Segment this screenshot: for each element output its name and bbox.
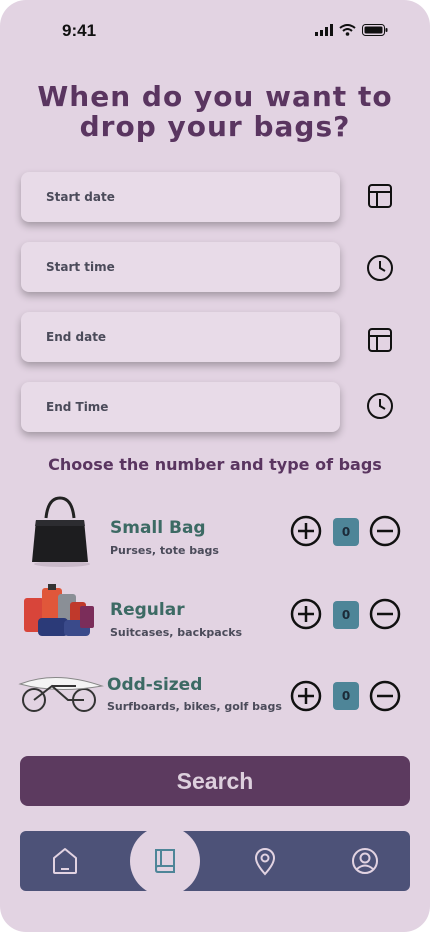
bag-desc-odd: Surfboards, bikes, golf bags <box>107 700 282 713</box>
bag-name-regular: Regular <box>110 600 185 620</box>
increment-odd-button[interactable] <box>290 680 322 712</box>
page-title-line2: drop your bags? <box>79 110 351 143</box>
bag-name-odd: Odd-sized <box>107 675 203 695</box>
profile-icon[interactable] <box>350 846 380 876</box>
decrement-odd-button[interactable] <box>369 680 401 712</box>
count-regular: 0 <box>333 601 359 629</box>
search-button[interactable]: Search <box>20 756 410 806</box>
start-time-field[interactable]: Start time <box>21 242 340 292</box>
suitcases-image <box>24 584 94 636</box>
battery-icon <box>362 24 388 36</box>
bag-desc-regular: Suitcases, backpacks <box>110 626 243 639</box>
count-odd: 0 <box>333 682 359 710</box>
bike-surfboard-image <box>18 677 104 712</box>
app-screen: 9:41 When do you want to drop your bags?… <box>0 0 430 932</box>
handbag-image <box>32 496 90 567</box>
booking-icon[interactable] <box>150 846 180 876</box>
location-icon[interactable] <box>250 846 280 876</box>
calendar-icon[interactable] <box>366 182 394 210</box>
status-icons <box>315 24 388 36</box>
count-small: 0 <box>333 518 359 546</box>
bags-heading: Choose the number and type of bags <box>48 455 382 474</box>
clock-icon[interactable] <box>366 254 394 282</box>
page-title-line1: When do you want to <box>37 80 393 113</box>
wifi-icon <box>339 24 356 36</box>
home-icon[interactable] <box>50 846 80 876</box>
decrement-regular-button[interactable] <box>369 598 401 630</box>
bag-name-small: Small Bag <box>110 518 206 538</box>
end-date-field[interactable]: End date <box>21 312 340 362</box>
bag-desc-small: Purses, tote bags <box>110 544 219 557</box>
clock-icon[interactable] <box>366 392 394 420</box>
calendar-icon[interactable] <box>366 326 394 354</box>
signal-icon <box>315 24 333 36</box>
decrement-small-button[interactable] <box>369 515 401 547</box>
page-title: When do you want to drop your bags? <box>0 82 430 142</box>
status-time: 9:41 <box>62 21 97 40</box>
end-time-field[interactable]: End Time <box>21 382 340 432</box>
increment-small-button[interactable] <box>290 515 322 547</box>
increment-regular-button[interactable] <box>290 598 322 630</box>
start-date-field[interactable]: Start date <box>21 172 340 222</box>
